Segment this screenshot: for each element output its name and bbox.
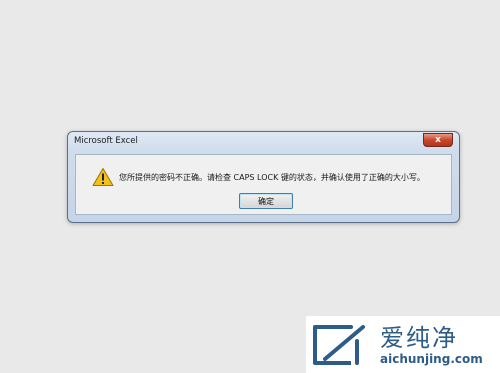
watermark: 爱纯净 aichunjing.com	[306, 316, 500, 373]
brand-logo-icon	[313, 325, 365, 365]
close-icon: x	[435, 134, 441, 145]
dialog-body: 您所提供的密码不正确。请检查 CAPS LOCK 键的状态，并确认使用了正确的大…	[75, 154, 452, 215]
ok-button[interactable]: 确定	[239, 193, 293, 209]
dialog-titlebar[interactable]: Microsoft Excel x	[68, 132, 459, 154]
warning-icon	[92, 168, 114, 186]
error-dialog: Microsoft Excel x 您所提供的密码不正确。请检查 CAPS LO…	[67, 131, 460, 223]
brand-url: aichunjing.com	[380, 352, 483, 366]
brand-name: 爱纯净	[380, 324, 458, 352]
dialog-message: 您所提供的密码不正确。请检查 CAPS LOCK 键的状态，并确认使用了正确的大…	[119, 173, 425, 182]
dialog-title: Microsoft Excel	[74, 136, 138, 146]
close-button[interactable]: x	[423, 133, 453, 147]
